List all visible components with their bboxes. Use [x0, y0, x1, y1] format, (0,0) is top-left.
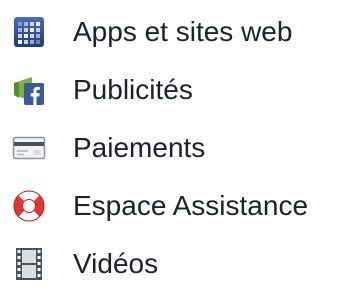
credit-card-icon	[12, 131, 46, 165]
menu-item-label: Apps et sites web	[73, 16, 293, 47]
menu-item-videos[interactable]: Vidéos	[0, 236, 357, 292]
menu-item-ads[interactable]: Publicités	[0, 62, 357, 118]
menu-item-label: Paiements	[73, 132, 206, 163]
facebook-ad-icon	[12, 73, 46, 107]
settings-menu: Apps et sites web Publicités Paiements E…	[0, 0, 357, 294]
menu-item-label: Publicités	[73, 74, 193, 105]
menu-item-label: Espace Assistance	[73, 190, 309, 221]
menu-item-support-inbox[interactable]: Espace Assistance	[0, 178, 357, 234]
menu-item-apps-websites[interactable]: Apps et sites web	[0, 4, 357, 60]
apps-grid-icon	[12, 15, 46, 49]
menu-item-label: Vidéos	[73, 248, 159, 279]
lifebuoy-icon	[12, 189, 46, 223]
film-strip-icon	[12, 247, 46, 281]
menu-item-payments[interactable]: Paiements	[0, 120, 357, 176]
